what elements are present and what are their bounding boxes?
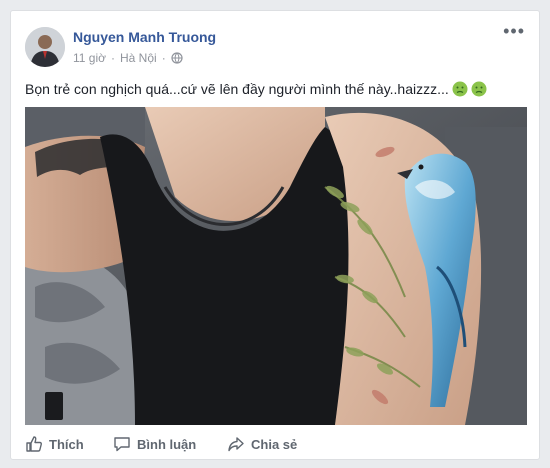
comment-label: Bình luận xyxy=(137,436,197,452)
like-label: Thích xyxy=(49,436,84,452)
meta-separator: · xyxy=(111,51,115,65)
post-actions: Thích Bình luận Chia sẻ xyxy=(11,433,539,455)
more-options-button[interactable]: ••• xyxy=(503,22,525,40)
share-button[interactable]: Chia sẻ xyxy=(227,435,297,453)
thumbs-up-icon xyxy=(25,435,43,453)
meta-separator: · xyxy=(161,51,166,65)
sick-face-icon xyxy=(471,81,487,97)
author-name[interactable]: Nguyen Manh Truong xyxy=(73,29,216,45)
post-time[interactable]: 11 giờ xyxy=(73,51,106,65)
share-label: Chia sẻ xyxy=(251,436,298,452)
post-location[interactable]: Hà Nội xyxy=(120,51,157,65)
post-meta: 11 giờ · Hà Nội · xyxy=(73,51,183,65)
post-photo[interactable] xyxy=(25,107,527,425)
share-icon xyxy=(227,435,245,453)
avatar[interactable] xyxy=(25,27,65,67)
globe-icon[interactable] xyxy=(171,52,183,64)
post-card: Nguyen Manh Truong 11 giờ · Hà Nội · •••… xyxy=(10,10,540,460)
comment-button[interactable]: Bình luận xyxy=(113,435,196,453)
caption-text: Bọn trẻ con nghịch quá...cứ vẽ lên đầy n… xyxy=(25,81,449,97)
comment-icon xyxy=(113,435,131,453)
post-caption: Bọn trẻ con nghịch quá...cứ vẽ lên đầy n… xyxy=(25,81,487,97)
like-button[interactable]: Thích xyxy=(25,435,84,453)
sick-face-icon xyxy=(452,81,468,97)
